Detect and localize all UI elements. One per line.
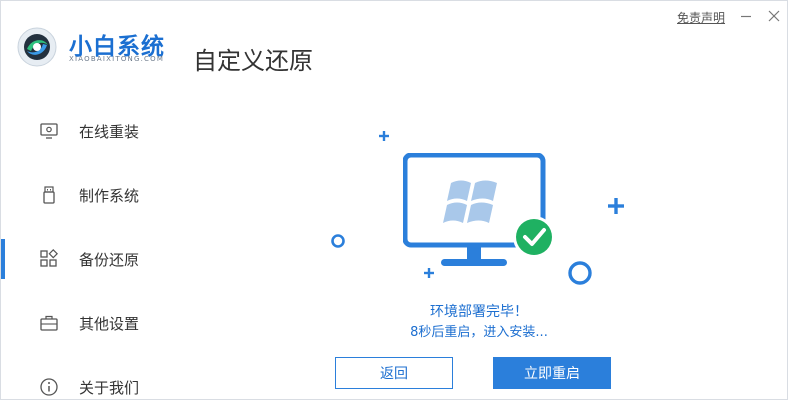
status-message: 环境部署完毕！ [430, 304, 528, 320]
sidebar-item-label: 其他设置 [79, 315, 140, 333]
restart-now-button[interactable]: 立即重启 [493, 357, 611, 389]
page-title: 自定义还原 [193, 47, 313, 75]
plus-icon [379, 131, 389, 141]
monitor-illustration [403, 153, 555, 266]
close-icon [768, 10, 780, 22]
sidebar-item-label: 在线重装 [79, 123, 140, 141]
brand-subtitle: XIAOBAIXITONG.COM [69, 55, 165, 63]
sidebar-item-online-reinstall[interactable]: 在线重装 [1, 111, 181, 151]
sidebar-item-about-us[interactable]: 关于我们 [1, 367, 181, 399]
monitor-icon [40, 123, 58, 139]
checkmark-badge-icon [513, 216, 555, 258]
close-button[interactable] [765, 7, 783, 25]
usb-drive-icon [43, 186, 55, 204]
active-indicator [1, 239, 5, 279]
ring-icon [331, 234, 345, 248]
sidebar-item-other-settings[interactable]: 其他设置 [1, 303, 181, 343]
toolbox-icon [40, 315, 58, 331]
back-button[interactable]: 返回 [335, 357, 453, 389]
app-window: 小白系统 XIAOBAIXITONG.COM 自定义还原 免责声明 在线重装 制… [0, 0, 788, 400]
logo-icon [17, 27, 57, 67]
countdown-message: 8秒后重启，进入安装... [410, 325, 548, 340]
header: 小白系统 XIAOBAIXITONG.COM 自定义还原 免责声明 [1, 1, 787, 87]
sidebar-item-label: 制作系统 [79, 187, 140, 205]
ring-icon [568, 261, 592, 285]
minimize-button[interactable] [737, 7, 755, 25]
sidebar: 在线重装 制作系统 备份还原 其他设置 关于我们 [1, 97, 181, 399]
disclaimer-link[interactable]: 免责声明 [677, 9, 725, 26]
sidebar-item-backup-restore[interactable]: 备份还原 [1, 239, 181, 279]
info-icon [40, 378, 58, 396]
sidebar-item-make-system[interactable]: 制作系统 [1, 175, 181, 215]
sidebar-item-label: 关于我们 [79, 379, 140, 397]
minimize-icon [741, 15, 751, 18]
plus-icon [608, 198, 624, 214]
sidebar-item-label: 备份还原 [79, 251, 140, 269]
grid-blocks-icon [40, 249, 58, 267]
